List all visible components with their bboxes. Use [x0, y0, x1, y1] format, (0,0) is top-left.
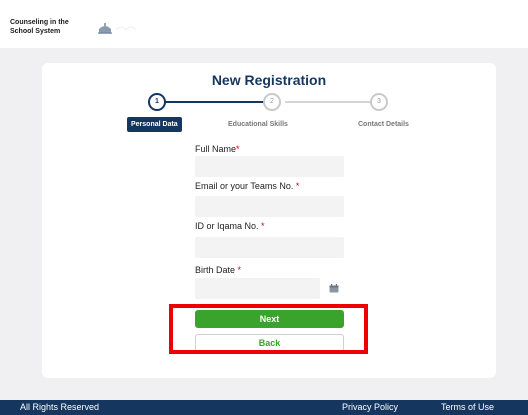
footer-rights: All Rights Reserved [20, 402, 100, 412]
full-name-label: Full Name* [195, 144, 240, 154]
birth-date-label: Birth Date * [195, 265, 242, 275]
footer: All Rights Reserved Privacy Policy Terms… [0, 400, 528, 415]
page-title: New Registration [211, 72, 327, 88]
brand-line-2: School System [10, 28, 61, 35]
decorative-pattern-icon [116, 26, 136, 31]
email-input[interactable] [195, 196, 344, 217]
email-label: Email or your Teams No. * [195, 181, 300, 191]
highlight-box [169, 304, 368, 354]
brand-name[interactable]: Counseling in the School System [10, 18, 69, 36]
step-2-label: Educational Skills [228, 121, 288, 128]
calendar-icon[interactable] [329, 284, 339, 293]
registration-card: New Registration 1 2 3 Personal Data Edu… [42, 63, 496, 378]
privacy-policy-link[interactable]: Privacy Policy [342, 402, 398, 412]
id-input[interactable] [195, 237, 344, 258]
full-name-input[interactable] [195, 156, 344, 177]
terms-of-use-link[interactable]: Terms of Use [441, 402, 494, 412]
top-header: Counseling in the School System [0, 0, 528, 48]
step-connector-pending [285, 101, 375, 103]
step-1-circle: 1 [148, 93, 166, 111]
birth-date-input[interactable] [195, 278, 320, 299]
id-label: ID or Iqama No. * [195, 221, 265, 231]
step-1-label: Personal Data [127, 117, 182, 132]
mosque-logo-icon [98, 23, 112, 34]
step-3-label: Contact Details [358, 121, 409, 128]
step-3-circle: 3 [370, 93, 388, 111]
step-connector-done [165, 101, 264, 103]
step-2-circle: 2 [263, 93, 281, 111]
brand-line-1: Counseling in the [10, 19, 69, 26]
